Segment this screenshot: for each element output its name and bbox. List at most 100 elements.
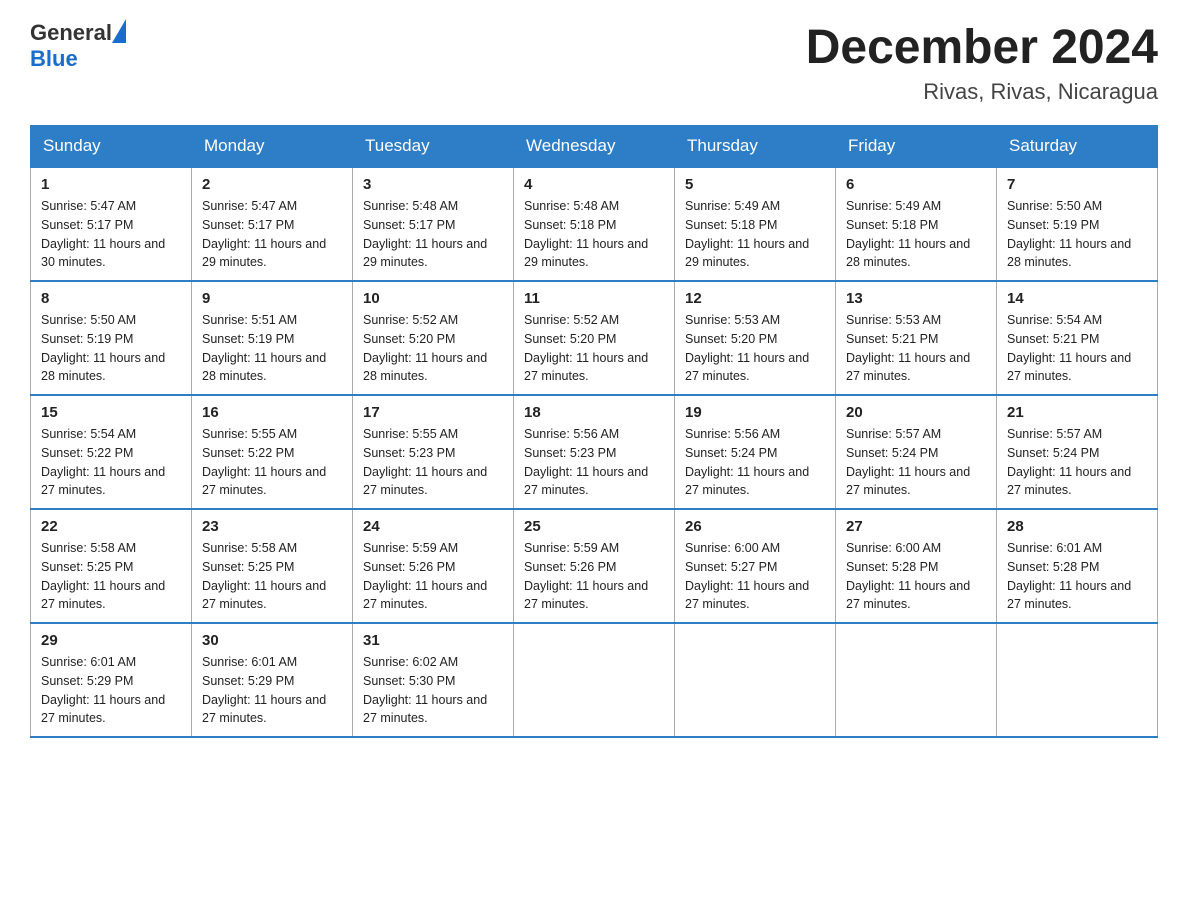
logo-blue-text: Blue [30,46,78,71]
day-info: Sunrise: 5:55 AMSunset: 5:23 PMDaylight:… [363,427,487,497]
calendar-cell: 2 Sunrise: 5:47 AMSunset: 5:17 PMDayligh… [192,167,353,281]
location-text: Rivas, Rivas, Nicaragua [806,79,1158,105]
calendar-cell [836,623,997,737]
day-number: 3 [363,176,503,193]
calendar-cell: 31 Sunrise: 6:02 AMSunset: 5:30 PMDaylig… [353,623,514,737]
day-number: 11 [524,290,664,307]
page-header: General Blue December 2024 Rivas, Rivas,… [30,20,1158,105]
calendar-header-thursday: Thursday [675,126,836,168]
day-info: Sunrise: 6:00 AMSunset: 5:28 PMDaylight:… [846,541,970,611]
day-info: Sunrise: 5:58 AMSunset: 5:25 PMDaylight:… [202,541,326,611]
calendar-week-row: 29 Sunrise: 6:01 AMSunset: 5:29 PMDaylig… [31,623,1158,737]
calendar-cell: 6 Sunrise: 5:49 AMSunset: 5:18 PMDayligh… [836,167,997,281]
calendar-cell [997,623,1158,737]
day-number: 13 [846,290,986,307]
day-info: Sunrise: 5:56 AMSunset: 5:24 PMDaylight:… [685,427,809,497]
calendar-cell: 9 Sunrise: 5:51 AMSunset: 5:19 PMDayligh… [192,281,353,395]
calendar-cell: 5 Sunrise: 5:49 AMSunset: 5:18 PMDayligh… [675,167,836,281]
calendar-header-monday: Monday [192,126,353,168]
day-number: 29 [41,632,181,649]
day-number: 27 [846,518,986,535]
day-info: Sunrise: 6:01 AMSunset: 5:29 PMDaylight:… [202,655,326,725]
month-title: December 2024 [806,20,1158,75]
day-info: Sunrise: 5:54 AMSunset: 5:22 PMDaylight:… [41,427,165,497]
day-number: 22 [41,518,181,535]
day-info: Sunrise: 5:47 AMSunset: 5:17 PMDaylight:… [202,199,326,269]
day-info: Sunrise: 5:52 AMSunset: 5:20 PMDaylight:… [363,313,487,383]
logo-general-text: General [30,20,112,46]
day-number: 12 [685,290,825,307]
day-info: Sunrise: 5:51 AMSunset: 5:19 PMDaylight:… [202,313,326,383]
day-number: 18 [524,404,664,421]
calendar-cell: 17 Sunrise: 5:55 AMSunset: 5:23 PMDaylig… [353,395,514,509]
calendar-cell: 27 Sunrise: 6:00 AMSunset: 5:28 PMDaylig… [836,509,997,623]
day-info: Sunrise: 5:56 AMSunset: 5:23 PMDaylight:… [524,427,648,497]
calendar-week-row: 1 Sunrise: 5:47 AMSunset: 5:17 PMDayligh… [31,167,1158,281]
calendar-week-row: 8 Sunrise: 5:50 AMSunset: 5:19 PMDayligh… [31,281,1158,395]
calendar-cell: 30 Sunrise: 6:01 AMSunset: 5:29 PMDaylig… [192,623,353,737]
calendar-cell: 10 Sunrise: 5:52 AMSunset: 5:20 PMDaylig… [353,281,514,395]
day-info: Sunrise: 5:50 AMSunset: 5:19 PMDaylight:… [1007,199,1131,269]
day-info: Sunrise: 5:53 AMSunset: 5:20 PMDaylight:… [685,313,809,383]
day-number: 9 [202,290,342,307]
calendar-cell: 4 Sunrise: 5:48 AMSunset: 5:18 PMDayligh… [514,167,675,281]
calendar-cell: 16 Sunrise: 5:55 AMSunset: 5:22 PMDaylig… [192,395,353,509]
day-info: Sunrise: 6:01 AMSunset: 5:28 PMDaylight:… [1007,541,1131,611]
calendar-cell: 20 Sunrise: 5:57 AMSunset: 5:24 PMDaylig… [836,395,997,509]
day-info: Sunrise: 5:57 AMSunset: 5:24 PMDaylight:… [846,427,970,497]
day-number: 1 [41,176,181,193]
calendar-cell: 26 Sunrise: 6:00 AMSunset: 5:27 PMDaylig… [675,509,836,623]
day-number: 23 [202,518,342,535]
calendar-cell [514,623,675,737]
day-number: 20 [846,404,986,421]
day-number: 19 [685,404,825,421]
calendar-header-sunday: Sunday [31,126,192,168]
day-number: 2 [202,176,342,193]
day-info: Sunrise: 5:48 AMSunset: 5:17 PMDaylight:… [363,199,487,269]
logo-triangle-icon [112,19,126,43]
day-number: 14 [1007,290,1147,307]
calendar-cell: 1 Sunrise: 5:47 AMSunset: 5:17 PMDayligh… [31,167,192,281]
day-info: Sunrise: 5:47 AMSunset: 5:17 PMDaylight:… [41,199,165,269]
calendar-cell: 8 Sunrise: 5:50 AMSunset: 5:19 PMDayligh… [31,281,192,395]
day-info: Sunrise: 5:52 AMSunset: 5:20 PMDaylight:… [524,313,648,383]
title-block: December 2024 Rivas, Rivas, Nicaragua [806,20,1158,105]
calendar-week-row: 15 Sunrise: 5:54 AMSunset: 5:22 PMDaylig… [31,395,1158,509]
day-number: 5 [685,176,825,193]
calendar-cell: 28 Sunrise: 6:01 AMSunset: 5:28 PMDaylig… [997,509,1158,623]
day-number: 10 [363,290,503,307]
day-number: 26 [685,518,825,535]
calendar-cell: 19 Sunrise: 5:56 AMSunset: 5:24 PMDaylig… [675,395,836,509]
day-number: 7 [1007,176,1147,193]
day-info: Sunrise: 5:58 AMSunset: 5:25 PMDaylight:… [41,541,165,611]
calendar-cell: 25 Sunrise: 5:59 AMSunset: 5:26 PMDaylig… [514,509,675,623]
logo: General Blue [30,20,126,72]
day-number: 4 [524,176,664,193]
day-info: Sunrise: 6:02 AMSunset: 5:30 PMDaylight:… [363,655,487,725]
day-number: 30 [202,632,342,649]
calendar-header-friday: Friday [836,126,997,168]
day-number: 28 [1007,518,1147,535]
calendar-cell: 3 Sunrise: 5:48 AMSunset: 5:17 PMDayligh… [353,167,514,281]
day-number: 8 [41,290,181,307]
day-number: 24 [363,518,503,535]
calendar-cell: 29 Sunrise: 6:01 AMSunset: 5:29 PMDaylig… [31,623,192,737]
calendar-cell: 22 Sunrise: 5:58 AMSunset: 5:25 PMDaylig… [31,509,192,623]
day-info: Sunrise: 5:55 AMSunset: 5:22 PMDaylight:… [202,427,326,497]
calendar-cell: 7 Sunrise: 5:50 AMSunset: 5:19 PMDayligh… [997,167,1158,281]
day-info: Sunrise: 6:01 AMSunset: 5:29 PMDaylight:… [41,655,165,725]
calendar-cell: 18 Sunrise: 5:56 AMSunset: 5:23 PMDaylig… [514,395,675,509]
calendar-week-row: 22 Sunrise: 5:58 AMSunset: 5:25 PMDaylig… [31,509,1158,623]
day-info: Sunrise: 5:48 AMSunset: 5:18 PMDaylight:… [524,199,648,269]
calendar-header-tuesday: Tuesday [353,126,514,168]
day-info: Sunrise: 6:00 AMSunset: 5:27 PMDaylight:… [685,541,809,611]
calendar-table: SundayMondayTuesdayWednesdayThursdayFrid… [30,125,1158,738]
day-info: Sunrise: 5:54 AMSunset: 5:21 PMDaylight:… [1007,313,1131,383]
day-number: 21 [1007,404,1147,421]
day-info: Sunrise: 5:53 AMSunset: 5:21 PMDaylight:… [846,313,970,383]
calendar-cell: 12 Sunrise: 5:53 AMSunset: 5:20 PMDaylig… [675,281,836,395]
calendar-cell: 15 Sunrise: 5:54 AMSunset: 5:22 PMDaylig… [31,395,192,509]
day-info: Sunrise: 5:59 AMSunset: 5:26 PMDaylight:… [524,541,648,611]
calendar-header-saturday: Saturday [997,126,1158,168]
day-info: Sunrise: 5:50 AMSunset: 5:19 PMDaylight:… [41,313,165,383]
